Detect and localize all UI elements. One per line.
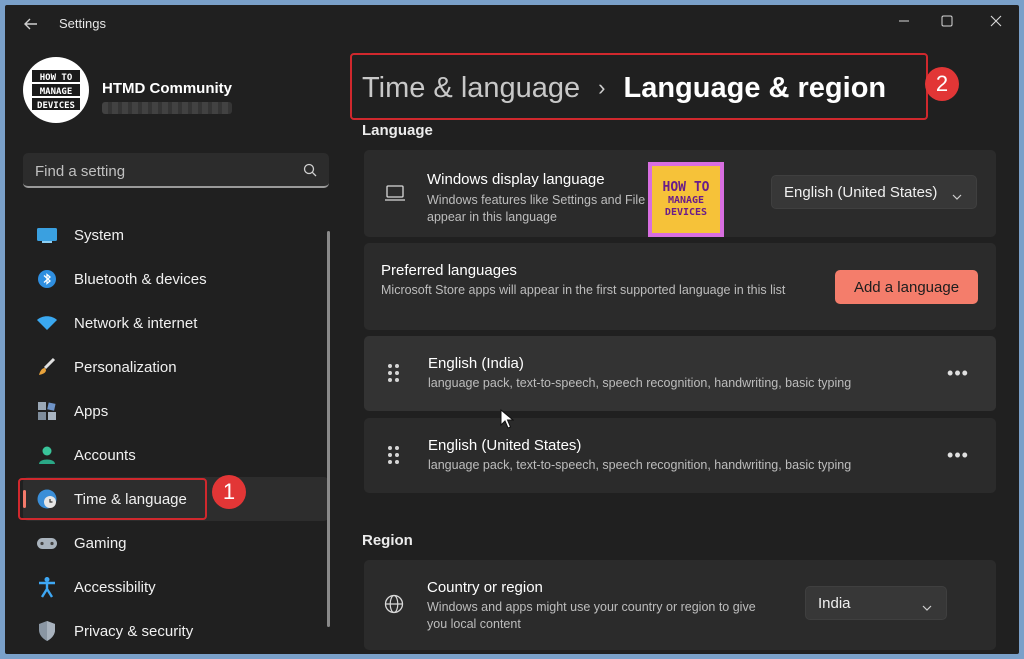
sidebar-nav: System Bluetooth & devices Network & int… — [23, 213, 329, 653]
sidebar-item-privacy[interactable]: Privacy & security — [23, 609, 329, 653]
htmd-watermark-logo: HOW TO MANAGE DEVICES — [648, 162, 724, 237]
language-name: English (United States) — [428, 437, 582, 454]
language-features: language pack, text-to-speech, speech re… — [428, 376, 852, 390]
settings-window: Settings HOW TO MANAGE DEVICES HTMD Comm… — [5, 5, 1019, 654]
sidebar-item-label: Personalization — [74, 358, 177, 376]
shield-icon — [36, 620, 58, 642]
laptop-icon — [384, 184, 406, 207]
display-language-dropdown[interactable]: English (United States) — [771, 175, 977, 209]
highlight-box-breadcrumb — [350, 53, 928, 120]
preferred-languages-desc: Microsoft Store apps will appear in the … — [381, 283, 786, 297]
sidebar-item-bluetooth[interactable]: Bluetooth & devices — [23, 257, 329, 301]
profile-email-redacted — [102, 102, 232, 114]
sidebar-item-label: Apps — [74, 402, 109, 420]
close-icon — [990, 15, 1002, 27]
country-region-dropdown[interactable]: India — [805, 586, 947, 620]
bluetooth-icon — [36, 268, 58, 290]
section-title-region: Region — [362, 532, 413, 549]
search-icon[interactable] — [303, 163, 317, 182]
search-box[interactable] — [23, 153, 329, 188]
more-options-icon[interactable]: ••• — [944, 445, 972, 465]
sidebar-scrollbar[interactable] — [327, 231, 330, 627]
brush-icon — [36, 356, 58, 378]
language-name: English (India) — [428, 355, 524, 372]
title-bar: Settings — [5, 5, 1019, 43]
minimize-icon — [899, 20, 909, 22]
maximize-icon — [941, 15, 953, 27]
maximize-button[interactable] — [924, 5, 970, 37]
mouse-cursor-icon — [500, 408, 515, 434]
sidebar-item-gaming[interactable]: Gaming — [23, 521, 329, 565]
svg-text:DEVICES: DEVICES — [37, 101, 75, 111]
country-region-value: India — [818, 594, 851, 612]
sidebar-item-personalization[interactable]: Personalization — [23, 345, 329, 389]
preferred-languages-card: Preferred languages Microsoft Store apps… — [364, 243, 996, 330]
close-button[interactable] — [973, 5, 1019, 37]
svg-text:HOW TO: HOW TO — [40, 73, 73, 83]
sidebar-item-system[interactable]: System — [23, 213, 329, 257]
gamepad-icon — [36, 532, 58, 554]
display-language-value: English (United States) — [784, 183, 938, 201]
globe-icon — [384, 594, 404, 619]
user-profile[interactable]: HOW TO MANAGE DEVICES HTMD Community — [23, 57, 343, 131]
chevron-down-icon — [922, 599, 932, 616]
language-features: language pack, text-to-speech, speech re… — [428, 458, 852, 472]
sidebar-item-label: Bluetooth & devices — [74, 270, 207, 288]
chevron-down-icon — [952, 188, 962, 205]
back-button[interactable] — [21, 14, 41, 34]
watermark-line1: HOW TO — [662, 180, 710, 195]
search-input[interactable] — [35, 161, 285, 181]
country-region-desc: Windows and apps might use your country … — [427, 600, 756, 631]
app-title: Settings — [59, 16, 106, 31]
wifi-icon — [36, 312, 58, 334]
section-title-language: Language — [362, 122, 433, 139]
profile-name: HTMD Community — [102, 80, 232, 97]
sidebar-item-label: Privacy & security — [74, 622, 194, 640]
arrow-left-icon — [24, 18, 37, 30]
sidebar-item-label: Accessibility — [74, 578, 156, 596]
preferred-languages-title: Preferred languages — [381, 262, 517, 279]
avatar: HOW TO MANAGE DEVICES — [23, 57, 89, 123]
sidebar-item-label: Accounts — [74, 446, 136, 464]
apps-icon — [36, 400, 58, 422]
language-item-english-us[interactable]: English (United States) language pack, t… — [364, 418, 996, 493]
accessibility-icon — [36, 576, 58, 598]
watermark-inner: HOW TO MANAGE DEVICES — [652, 166, 720, 233]
drag-handle-icon[interactable] — [388, 364, 402, 384]
sidebar-item-accessibility[interactable]: Accessibility — [23, 565, 329, 609]
sidebar-item-label: Network & internet — [74, 314, 198, 332]
annotation-badge-2: 2 — [925, 67, 959, 101]
svg-text:MANAGE: MANAGE — [40, 87, 73, 97]
watermark-line2: MANAGE DEVICES — [664, 195, 708, 218]
highlight-box-time-language — [18, 478, 207, 520]
sidebar-item-label: System — [74, 226, 125, 244]
country-region-card: Country or region Windows and apps might… — [364, 560, 996, 650]
sidebar-item-apps[interactable]: Apps — [23, 389, 329, 433]
sidebar-item-label: Gaming — [74, 534, 127, 552]
account-icon — [36, 444, 58, 466]
add-language-button[interactable]: Add a language — [835, 270, 978, 304]
minimize-button[interactable] — [881, 5, 927, 37]
language-item-english-india[interactable]: English (India) language pack, text-to-s… — [364, 336, 996, 411]
system-icon — [36, 224, 58, 246]
sidebar-item-network[interactable]: Network & internet — [23, 301, 329, 345]
more-options-icon[interactable]: ••• — [944, 363, 972, 383]
sidebar-item-accounts[interactable]: Accounts — [23, 433, 329, 477]
drag-handle-icon[interactable] — [388, 446, 402, 466]
display-language-title: Windows display language — [427, 171, 605, 188]
htmd-logo-icon: HOW TO MANAGE DEVICES — [32, 70, 80, 111]
country-region-title: Country or region — [427, 579, 543, 596]
annotation-badge-1: 1 — [212, 475, 246, 509]
